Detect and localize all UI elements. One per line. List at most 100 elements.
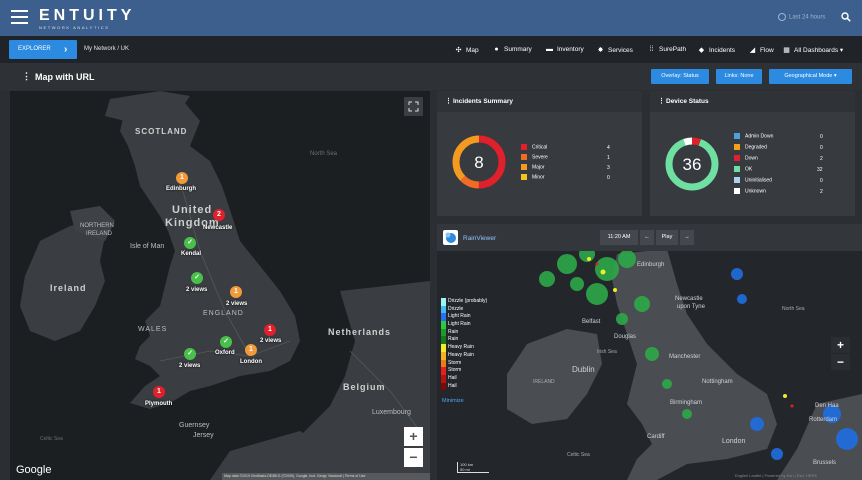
map-marker-southwest-views[interactable]: ✓ bbox=[184, 348, 196, 360]
legend-critical: Critical bbox=[521, 144, 547, 150]
map-marker-edinburgh[interactable]: 1 bbox=[176, 172, 188, 184]
rain-label-ireland: IRELAND bbox=[533, 379, 555, 385]
rain-legend-minimize[interactable]: Minimize bbox=[442, 398, 464, 404]
map-marker-midlands-views[interactable]: 1 bbox=[230, 286, 242, 298]
explorer-label: EXPLORER bbox=[18, 46, 51, 52]
map-label-ireland-n: IRELAND bbox=[86, 231, 113, 237]
value-admin-down: 0 bbox=[820, 134, 823, 140]
nav-services-label: Services bbox=[608, 47, 633, 54]
swatch-major bbox=[521, 164, 527, 170]
geographical-mode-button[interactable]: Geographical Mode ▾ bbox=[769, 69, 852, 84]
map-label-celtic-sea: Celtic Sea bbox=[40, 436, 63, 442]
nav-map[interactable]: ✣ Map bbox=[454, 46, 479, 54]
legend-swatch bbox=[441, 344, 446, 352]
rainviewer-title[interactable]: RainViewer bbox=[463, 235, 496, 242]
label-major: Major bbox=[532, 164, 545, 171]
rain-label-irish-sea: Irish Sea bbox=[597, 349, 617, 355]
map-marker-kendal[interactable]: ✓ bbox=[184, 237, 196, 249]
map-label-ireland: Ireland bbox=[50, 283, 87, 293]
legend-item: Rain bbox=[441, 336, 503, 345]
value-unknown: 2 bbox=[820, 189, 823, 195]
app-logo[interactable]: ENTUITY bbox=[39, 7, 135, 25]
legend-minor: Minor bbox=[521, 174, 545, 180]
legend-swatch bbox=[441, 359, 446, 368]
legend-major: Major bbox=[521, 164, 545, 170]
rainviewer-next-button[interactable]: → bbox=[680, 230, 694, 245]
label-degraded: Degraded bbox=[745, 144, 767, 151]
legend-item: Rain bbox=[441, 328, 503, 337]
marker-label-oxford: Oxford bbox=[215, 350, 235, 356]
uk-map[interactable]: SCOTLAND North Sea United Kingdom NORTHE… bbox=[10, 91, 430, 480]
rain-scale-bar: 100 km 50 mi bbox=[457, 462, 489, 473]
rain-zoom-out-button[interactable]: − bbox=[831, 354, 850, 370]
links-none-button[interactable]: Links: None bbox=[716, 69, 762, 84]
nav-services[interactable]: ✸ Services bbox=[596, 46, 633, 54]
map-marker-east-views[interactable]: 1 bbox=[264, 324, 276, 336]
nav-map-label: Map bbox=[466, 47, 479, 54]
rain-legend: Drizzle (probably) Drizzle Light Rain Li… bbox=[441, 298, 503, 391]
marker-label-london: London bbox=[240, 359, 262, 365]
nav-flow[interactable]: ◢ Flow bbox=[748, 46, 774, 54]
rain-attribution[interactable]: English Leaflet | Powered by Esri | Esri… bbox=[735, 473, 817, 478]
map-zoom-in-button[interactable]: + bbox=[404, 427, 423, 446]
page-kebab-icon[interactable]: ⋮ bbox=[22, 71, 31, 82]
search-icon[interactable] bbox=[841, 12, 851, 22]
legend-item: Drizzle bbox=[441, 305, 503, 314]
rainviewer-prev-button[interactable]: ← bbox=[640, 230, 654, 245]
legend-swatch bbox=[441, 321, 446, 329]
marker-label-plymouth: Plymouth bbox=[145, 401, 173, 407]
label-severe: Severe bbox=[532, 154, 548, 161]
legend-ok: OK bbox=[734, 166, 752, 172]
marker-label-newcastle: Newcastle bbox=[203, 225, 233, 231]
nav-incidents[interactable]: ◆ Incidents bbox=[697, 46, 735, 54]
legend-down: Down bbox=[734, 155, 758, 161]
overlay-status-button[interactable]: Overlay: Status bbox=[651, 69, 709, 84]
swatch-degraded bbox=[734, 144, 740, 150]
explorer-button[interactable]: EXPLORER › bbox=[9, 40, 77, 59]
rainviewer-map[interactable]: RainViewer 11:20 AM ← Play → Edinburgh N… bbox=[437, 224, 862, 480]
map-marker-newcastle[interactable]: 2 bbox=[213, 209, 225, 221]
app-logo-subtitle: NETWORK ANALYTICS bbox=[39, 25, 110, 30]
map-marker-plymouth[interactable]: 1 bbox=[153, 386, 165, 398]
value-down: 2 bbox=[820, 156, 823, 162]
device-title: Device Status bbox=[666, 98, 709, 105]
map-icon: ✣ bbox=[455, 47, 462, 54]
rain-label-edinburgh: Edinburgh bbox=[637, 262, 665, 268]
map-label-guernsey: Guernsey bbox=[179, 422, 210, 429]
rainviewer-logo-icon bbox=[443, 230, 458, 245]
rain-label-dublin: Dublin bbox=[572, 365, 595, 374]
legend-item: Hail bbox=[441, 374, 503, 383]
map-attribution[interactable]: Map data ©2019 GeoBasis-DE/BKG (©2009), … bbox=[222, 473, 430, 480]
legend-swatch bbox=[441, 382, 446, 391]
label-admin-down: Admin Down bbox=[745, 133, 774, 140]
nav-all-dashboards[interactable]: ▦ All Dashboards ▾ bbox=[782, 46, 843, 54]
fullscreen-button[interactable] bbox=[404, 97, 423, 116]
map-marker-oxford[interactable]: ✓ bbox=[220, 336, 232, 348]
map-marker-north-views[interactable]: ✓ bbox=[191, 272, 203, 284]
legend-label: Light Rain bbox=[448, 321, 471, 328]
rain-label-birmingham: Birmingham bbox=[670, 400, 703, 406]
map-label-jersey: Jersey bbox=[193, 432, 214, 439]
marker-label-edinburgh: Edinburgh bbox=[166, 186, 196, 192]
nav-summary[interactable]: ● Summary bbox=[492, 46, 531, 53]
device-kebab-icon[interactable]: ⋮ bbox=[658, 91, 665, 112]
map-zoom-out-button[interactable]: − bbox=[404, 448, 423, 467]
rainviewer-play-button[interactable]: Play bbox=[656, 230, 678, 245]
nav-surepath[interactable]: ⁞⁞ SurePath bbox=[647, 46, 687, 53]
label-minor: Minor bbox=[532, 174, 545, 181]
rain-label-rotterdam: Rotterdam bbox=[809, 417, 838, 423]
device-status-header: ⋮ Device Status bbox=[650, 91, 855, 112]
map-marker-london[interactable]: 1 bbox=[245, 344, 257, 356]
device-status-card: ⋮ Device Status 36 Admin Down 0 Degraded … bbox=[650, 91, 855, 216]
swatch-admin-down bbox=[734, 133, 740, 139]
time-filter[interactable]: Last 24 hours bbox=[778, 13, 825, 21]
rain-label-london: London bbox=[722, 438, 746, 445]
hamburger-menu-icon[interactable] bbox=[11, 10, 28, 24]
breadcrumb[interactable]: My Network / UK bbox=[84, 46, 129, 52]
incidents-kebab-icon[interactable]: ⋮ bbox=[445, 91, 452, 112]
legend-label: Drizzle bbox=[448, 305, 464, 312]
map-label-england: ENGLAND bbox=[203, 310, 244, 317]
nav-inventory[interactable]: ▬ Inventory bbox=[545, 46, 584, 53]
rain-zoom-in-button[interactable]: + bbox=[831, 337, 850, 353]
marker-label-kendal: Kendal bbox=[181, 251, 202, 257]
